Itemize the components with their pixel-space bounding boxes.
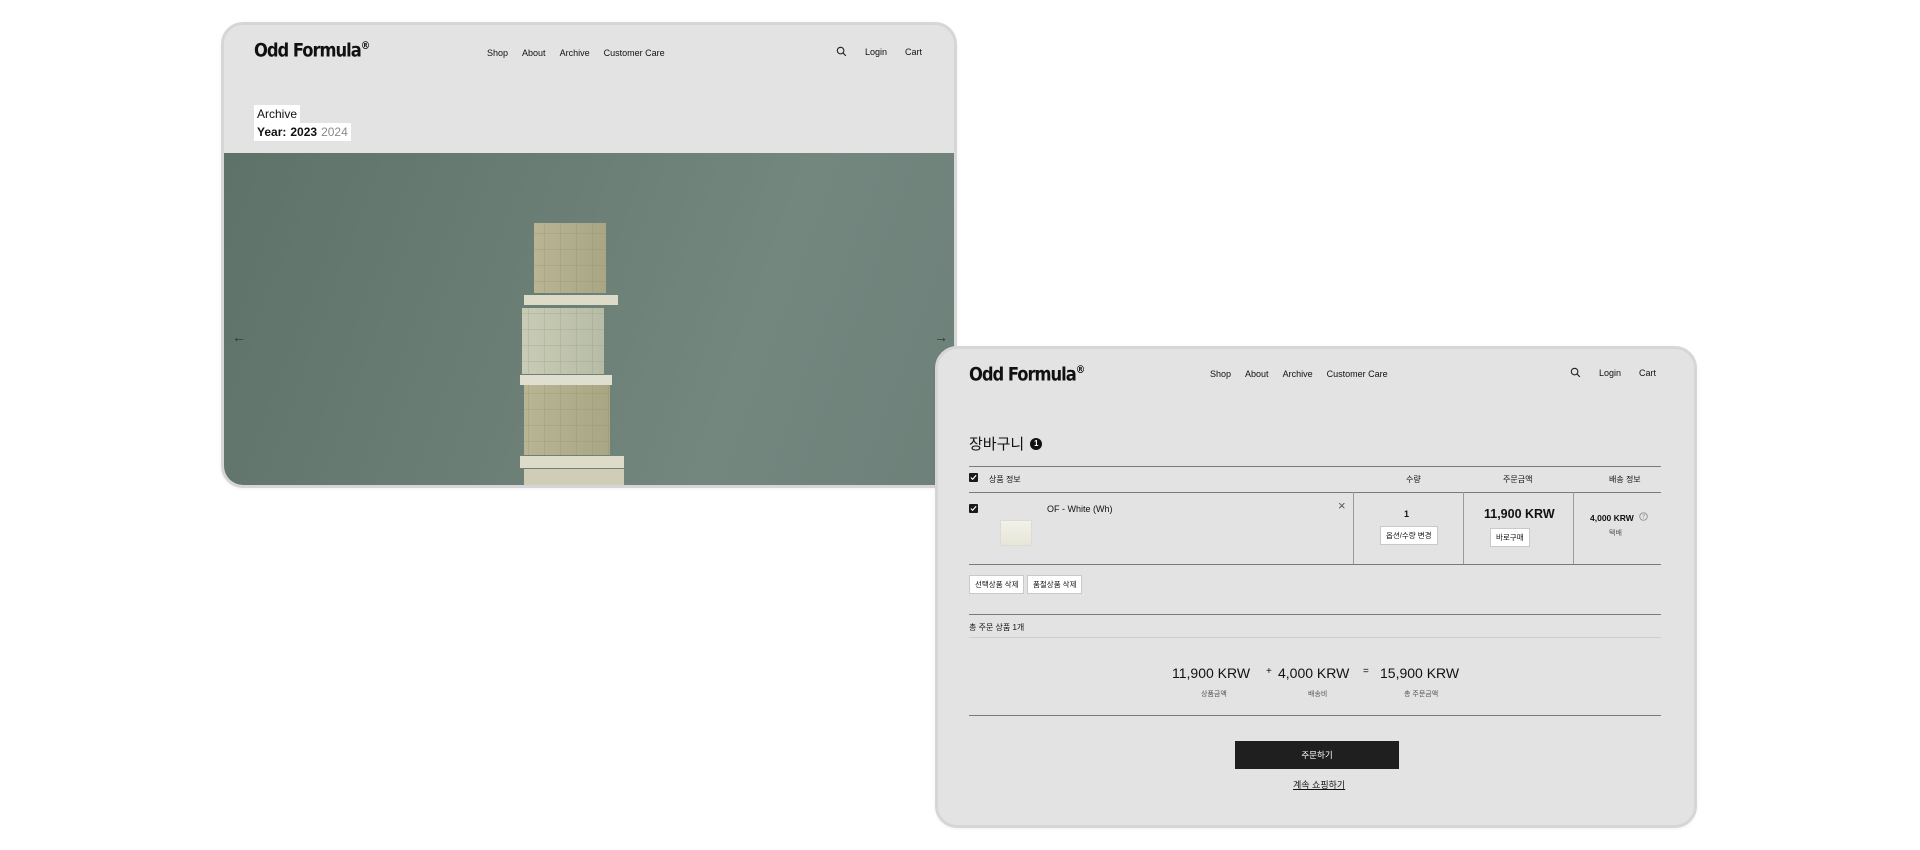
delete-selected-button[interactable]: 선택상품 삭제 [969, 575, 1025, 594]
archive-heading: Archive [254, 105, 301, 123]
select-all-checkbox[interactable] [969, 473, 978, 482]
nav-archive[interactable]: Archive [560, 48, 590, 58]
svg-text:?: ? [1642, 515, 1645, 521]
column-divider [1573, 492, 1574, 564]
header-shipping: 배송 정보 [1609, 475, 1641, 484]
shipping-method: 택배 [1609, 530, 1622, 537]
summary-bottom-rule [969, 715, 1661, 716]
hero-image: ← → [224, 153, 954, 485]
brand-logo[interactable]: Odd Formula® [254, 39, 370, 61]
summary-shipping: 4,000 KRW [1278, 665, 1350, 681]
subtotal-label: 상품금액 [1201, 691, 1227, 698]
column-divider [1463, 492, 1464, 564]
logo-mark: ® [1075, 363, 1086, 376]
year-filter: Year: 2023 2024 [254, 123, 351, 141]
search-icon[interactable] [1570, 367, 1581, 378]
header-price: 주문금액 [1503, 475, 1533, 484]
archive-page-window: Odd Formula® Shop About Archive Customer… [221, 22, 957, 488]
product-name[interactable]: OF - White (Wh) [1047, 504, 1113, 514]
continue-shopping-link[interactable]: 계속 쇼핑하기 [1293, 778, 1345, 791]
logo-text: Odd Formula [969, 363, 1077, 386]
nav-shop[interactable]: Shop [1210, 369, 1231, 379]
change-option-button[interactable]: 옵션/수량 변경 [1380, 526, 1438, 545]
main-nav: Shop About Archive Customer Care [1210, 369, 1388, 379]
item-quantity: 1 [1404, 509, 1410, 519]
cart-title: 장바구니 1 [969, 433, 1043, 454]
cart-count-badge: 1 [1030, 437, 1043, 450]
summary-subtotal: 11,900 KRW [1172, 665, 1251, 681]
year-label: Year: [257, 125, 287, 139]
table-bottom-rule [969, 564, 1661, 565]
cart-link[interactable]: Cart [1639, 368, 1656, 378]
cart-page-window: Odd Formula® Shop About Archive Customer… [935, 346, 1697, 828]
summary-top-rule [969, 614, 1661, 615]
column-divider [1353, 492, 1354, 564]
stacked-tiles-illustration [520, 223, 624, 485]
summary-total: 15,900 KRW [1380, 665, 1460, 681]
cart-title-text: 장바구니 [969, 436, 1025, 453]
nav-shop[interactable]: Shop [487, 48, 508, 58]
help-icon[interactable]: ? [1639, 512, 1648, 521]
top-navigation: Odd Formula® Shop About Archive Customer… [938, 349, 1694, 409]
remove-item-icon[interactable]: × [1338, 498, 1346, 513]
nav-about[interactable]: About [522, 48, 546, 58]
nav-archive[interactable]: Archive [1283, 369, 1313, 379]
check-icon [970, 505, 977, 512]
header-quantity: 수량 [1406, 475, 1421, 484]
login-link[interactable]: Login [1599, 368, 1621, 378]
brand-logo[interactable]: Odd Formula® [969, 363, 1085, 385]
nav-right: Login Cart [836, 46, 922, 57]
table-top-rule [969, 466, 1661, 467]
nav-about[interactable]: About [1245, 369, 1269, 379]
check-icon [970, 474, 977, 481]
total-items-count: 총 주문 상품 1개 [969, 623, 1025, 632]
year-2024[interactable]: 2024 [321, 125, 348, 139]
search-icon[interactable] [836, 46, 847, 57]
summary-plus: + [1266, 666, 1272, 677]
top-navigation: Odd Formula® Shop About Archive Customer… [224, 25, 954, 85]
nav-right: Login Cart [1570, 367, 1656, 378]
login-link[interactable]: Login [865, 47, 887, 57]
delete-soldout-button[interactable]: 품절상품 삭제 [1027, 575, 1083, 594]
logo-mark: ® [360, 39, 371, 52]
nav-customer-care[interactable]: Customer Care [604, 48, 665, 58]
item-checkbox[interactable] [969, 504, 978, 513]
table-header-rule [969, 492, 1661, 493]
cart-link[interactable]: Cart [905, 47, 922, 57]
logo-text: Odd Formula [254, 39, 362, 62]
shipping-label: 배송비 [1308, 691, 1328, 698]
buy-now-button[interactable]: 바로구매 [1490, 528, 1530, 547]
prev-arrow-icon[interactable]: ← [232, 329, 246, 345]
shipping-fee: 4,000 KRW [1590, 513, 1634, 523]
main-nav: Shop About Archive Customer Care [487, 48, 665, 58]
total-label: 총 주문금액 [1404, 691, 1439, 698]
nav-customer-care[interactable]: Customer Care [1327, 369, 1388, 379]
product-thumbnail[interactable] [1000, 520, 1032, 546]
year-2023[interactable]: 2023 [290, 125, 317, 139]
next-arrow-icon[interactable]: → [934, 329, 948, 345]
header-product: 상품 정보 [989, 475, 1021, 484]
order-button[interactable]: 주문하기 [1235, 741, 1399, 769]
item-price: 11,900 KRW [1484, 507, 1555, 521]
summary-equals: = [1363, 666, 1369, 677]
summary-divider [969, 637, 1661, 638]
